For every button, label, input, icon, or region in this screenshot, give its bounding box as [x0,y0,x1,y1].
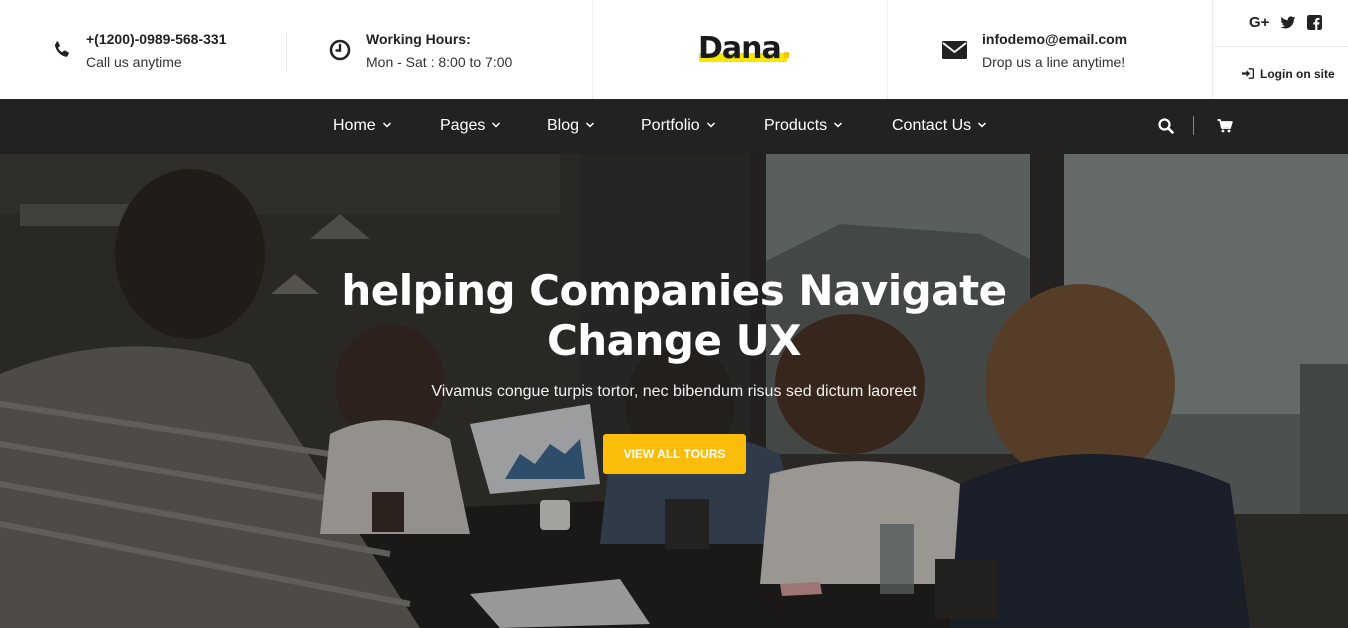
divider [887,0,888,99]
login-link[interactable]: Login on site [1242,67,1335,81]
nav-item-blog[interactable]: Blog [547,117,595,135]
main-nav: Home Pages Blog Portfolio Products Conta… [0,99,1348,154]
nav-divider [1193,116,1194,135]
nav-label: Contact Us [892,117,972,134]
hero-title-line-1: helping Companies Navigate [341,266,1007,315]
nav-item-pages[interactable]: Pages [440,117,501,135]
twitter-icon[interactable] [1280,16,1296,30]
search-icon[interactable] [1158,118,1174,134]
nav-item-portfolio[interactable]: Portfolio [641,117,716,135]
divider [592,0,593,99]
chevron-down-icon [978,122,987,128]
chevron-down-icon [586,122,595,128]
phone-number[interactable]: +(1200)-0989-568-331 [86,31,227,47]
nav-label: Pages [440,117,486,134]
hero-title-line-2: Change UX [546,316,802,365]
cart-icon[interactable] [1217,118,1233,134]
envelope-icon [942,41,967,59]
google-plus-icon[interactable]: G+ [1249,14,1269,31]
logo-text: Dana [698,31,782,66]
hours-title: Working Hours: [366,31,471,47]
email-info: infodemo@email.com Drop us a line anytim… [941,0,1181,99]
hours-info: Working Hours: Mon - Sat : 8:00 to 7:00 [329,0,569,99]
nav-item-products[interactable]: Products [764,117,843,135]
hero-banner: helping Companies Navigate Change UX Viv… [0,154,1348,628]
nav-label: Portfolio [641,117,700,134]
view-all-tours-button[interactable]: VIEW ALL TOURS [603,434,746,474]
email-address[interactable]: infodemo@email.com [982,31,1127,47]
logo-dot: . [780,31,792,66]
social-links: G+ [1212,0,1348,47]
clock-icon [329,39,351,61]
nav-item-contact-us[interactable]: Contact Us [892,117,987,135]
hours-value: Mon - Sat : 8:00 to 7:00 [366,54,513,70]
phone-icon [54,41,69,57]
top-info-bar: +(1200)-0989-568-331 Call us anytime Wor… [0,0,1348,99]
hero-subtitle: Vivamus congue turpis tortor, nec bibend… [431,383,917,400]
nav-item-home[interactable]: Home [333,117,392,135]
chevron-down-icon [834,122,843,128]
chevron-down-icon [492,122,501,128]
divider [286,32,287,72]
nav-label: Products [764,117,828,134]
social-login-box: G+ Login on site [1212,0,1348,99]
nav-label: Home [333,117,376,134]
phone-caption: Call us anytime [86,54,182,70]
chevron-down-icon [382,122,391,128]
sign-in-icon [1242,68,1254,79]
chevron-down-icon [706,122,715,128]
hero-title: helping Companies Navigate Change UX [274,266,1074,366]
site-logo[interactable]: Dana. [698,32,798,68]
login-label: Login on site [1260,67,1335,81]
email-caption: Drop us a line anytime! [982,54,1126,70]
facebook-icon[interactable] [1307,15,1322,30]
phone-info: +(1200)-0989-568-331 Call us anytime [50,0,290,99]
nav-label: Blog [547,117,580,134]
